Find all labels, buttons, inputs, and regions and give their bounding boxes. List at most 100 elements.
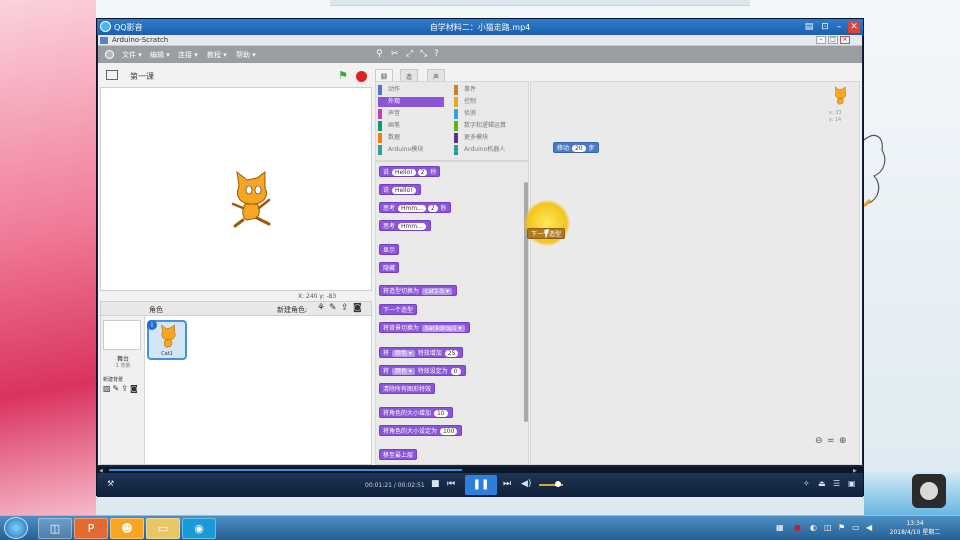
- category-looks[interactable]: 外观: [378, 97, 444, 107]
- block-hide[interactable]: 隐藏: [379, 262, 400, 273]
- tray-record-icon[interactable]: ●: [794, 523, 801, 532]
- taskbar-media-icon[interactable]: ◉: [182, 518, 216, 539]
- tray-qq-icon[interactable]: ◫: [824, 523, 832, 532]
- taskbar-powerpoint-icon[interactable]: P: [74, 518, 108, 539]
- paint-sprite-icon[interactable]: ✎: [329, 303, 337, 313]
- block-set-effect[interactable]: 将 颜色 ▾ 特效设定为 0: [379, 365, 466, 376]
- toolbox-icon[interactable]: ⚒: [107, 479, 114, 488]
- stage-header: 第一课 ⚑: [100, 65, 370, 87]
- volume-icon[interactable]: ◀): [521, 479, 531, 489]
- category-motion[interactable]: 动作: [378, 85, 444, 95]
- eject-icon[interactable]: ⏏: [818, 479, 826, 488]
- block-set-size[interactable]: 将角色的大小设定为 100: [379, 425, 463, 436]
- block-say[interactable]: 说 Hello!: [379, 184, 421, 195]
- menu-tutorial[interactable]: 教程 ▾: [207, 50, 227, 60]
- sprite-library-icon[interactable]: ⚘: [317, 303, 325, 313]
- taskbar-scratch-icon[interactable]: ☻: [110, 518, 144, 539]
- scratch-menubar: 文件 ▾ 编辑 ▾ 连接 ▾ 教程 ▾ 帮助 ▾ ⚲ ✂ ⤢ ⤡ ?: [98, 46, 862, 63]
- stop-playback-icon[interactable]: ■: [431, 479, 440, 489]
- cat-sprite[interactable]: [229, 170, 277, 230]
- category-sensing[interactable]: 侦测: [454, 109, 520, 119]
- backdrop-tools-icons[interactable]: ▨✎⇪◙: [103, 384, 140, 393]
- script-area[interactable]: 移动 20 步 下一个造型 x: 33 y: 14 ⊖ = ⊕: [524, 81, 860, 465]
- window-mode-icon[interactable]: ▣: [848, 479, 856, 488]
- green-flag-icon[interactable]: ⚑: [338, 69, 348, 82]
- block-next-costume[interactable]: 下一个造型: [379, 304, 418, 315]
- mouse-cursor-icon: [544, 228, 556, 239]
- tray-network-icon[interactable]: ▦: [776, 523, 784, 532]
- scratch-maximize-icon[interactable]: □: [828, 36, 838, 44]
- upload-sprite-icon[interactable]: ⇪: [341, 303, 349, 313]
- player-controls: ⚒ 00:01:21 / 00:02:51 ■ ⏮ ❚❚ ⏭ ◀) ✧ ⏏ ☰ …: [97, 473, 863, 497]
- block-think-for-secs[interactable]: 思考 Hmm... 2 秒: [379, 202, 451, 213]
- grow-icon[interactable]: ⤢: [406, 49, 413, 59]
- stage-thumbnail[interactable]: [103, 320, 141, 350]
- zoom-in-icon[interactable]: ⊕: [839, 436, 847, 446]
- delete-scissors-icon[interactable]: ✂: [391, 49, 399, 59]
- block-say-for-secs[interactable]: 说 Hello! 2 秒: [379, 166, 441, 177]
- volume-knob[interactable]: [555, 481, 561, 487]
- block-switch-backdrop[interactable]: 将背景切换为 backdrop1 ▾: [379, 322, 470, 333]
- scratch-titlebar: Arduino-Scratch – □ ×: [98, 35, 862, 46]
- category-operators[interactable]: 数字和逻辑运算: [454, 121, 520, 131]
- language-globe-icon[interactable]: [105, 50, 114, 59]
- duplicate-stamp-icon[interactable]: ⚲: [376, 49, 383, 59]
- scratch-minimize-icon[interactable]: –: [816, 36, 826, 44]
- block-show[interactable]: 显示: [379, 244, 400, 255]
- player-titlebar[interactable]: QQ影音 自学材料二：小猫走路.mp4 ▤ ⊡ – ✕: [97, 19, 863, 35]
- block-clear-effects[interactable]: 清除所有图形特效: [379, 383, 436, 394]
- block-think[interactable]: 思考 Hmm...: [379, 220, 431, 231]
- seek-bar-fill: [109, 469, 462, 471]
- category-arduino-robot[interactable]: Arduino机器人: [454, 145, 520, 155]
- pin-icon[interactable]: ⊡: [819, 21, 831, 33]
- block-switch-costume[interactable]: 将造型切换为 cat1-b ▾: [379, 285, 457, 296]
- playlist-icon[interactable]: ▤: [803, 21, 815, 33]
- category-arduino[interactable]: Arduino模块: [378, 145, 444, 155]
- tray-volume-icon[interactable]: ◀: [866, 523, 872, 532]
- sprite-thumb-cat1[interactable]: i Cat1: [147, 320, 187, 360]
- category-more-blocks[interactable]: 更多模块: [454, 133, 520, 143]
- block-change-size[interactable]: 将角色的大小增加 10: [379, 407, 453, 418]
- next-icon[interactable]: ⏭: [503, 479, 511, 489]
- help-icon[interactable]: ?: [434, 49, 439, 59]
- camera-sprite-icon[interactable]: ◙: [353, 303, 362, 313]
- taskbar-qq-player-icon[interactable]: ◫: [38, 518, 72, 539]
- tray-app-icon[interactable]: ◐: [810, 523, 817, 532]
- close-icon[interactable]: ✕: [848, 21, 860, 33]
- category-events[interactable]: 事件: [454, 85, 520, 95]
- block-change-effect[interactable]: 将 颜色 ▾ 特效增加 25: [379, 347, 464, 358]
- tools-icon[interactable]: ✧: [803, 479, 810, 488]
- menu-file[interactable]: 文件 ▾: [122, 50, 142, 60]
- zoom-reset-icon[interactable]: =: [827, 436, 835, 446]
- minimize-icon[interactable]: –: [833, 21, 845, 33]
- stage-canvas[interactable]: [100, 87, 372, 291]
- menu-help[interactable]: 帮助 ▾: [236, 50, 256, 60]
- menu-edit[interactable]: 编辑 ▾: [150, 50, 170, 60]
- project-title[interactable]: 第一课: [130, 71, 154, 82]
- start-button[interactable]: [4, 517, 28, 539]
- scratch-close-icon[interactable]: ×: [840, 36, 850, 44]
- stop-icon[interactable]: [356, 71, 367, 82]
- zoom-out-icon[interactable]: ⊖: [815, 436, 823, 446]
- previous-icon[interactable]: ⏮: [447, 479, 455, 489]
- new-sprite-label: 新建角色:: [277, 306, 308, 314]
- category-sound[interactable]: 声音: [378, 109, 444, 119]
- tray-flag-icon[interactable]: ⚑: [838, 523, 845, 532]
- sprite-pane: 角色 新建角色: ⚘ ✎ ⇪ ◙ 舞台 1 背景 新建背景 ▨✎⇪◙ i Cat…: [100, 301, 372, 465]
- fullscreen-icon[interactable]: [106, 70, 118, 80]
- tray-display-icon[interactable]: ▭: [852, 523, 860, 532]
- screen-recorder-button[interactable]: [912, 474, 946, 508]
- script-block-move-steps[interactable]: 移动 20 步: [553, 142, 599, 153]
- taskbar-clock[interactable]: 13:34 2018/4/10 星期二: [880, 519, 950, 537]
- category-pen[interactable]: 画笔: [378, 121, 444, 131]
- info-icon[interactable]: i: [147, 320, 157, 330]
- shrink-icon[interactable]: ⤡: [420, 49, 427, 59]
- block-go-to-front[interactable]: 移至最上层: [379, 449, 418, 460]
- menu-connect[interactable]: 连接 ▾: [178, 50, 198, 60]
- video-title: 自学材料二：小猫走路.mp4: [429, 23, 531, 32]
- pause-button[interactable]: ❚❚: [465, 475, 497, 495]
- list-icon[interactable]: ☰: [833, 479, 840, 488]
- category-data[interactable]: 数据: [378, 133, 444, 143]
- taskbar-explorer-icon[interactable]: ▭: [146, 518, 180, 539]
- category-control[interactable]: 控制: [454, 97, 520, 107]
